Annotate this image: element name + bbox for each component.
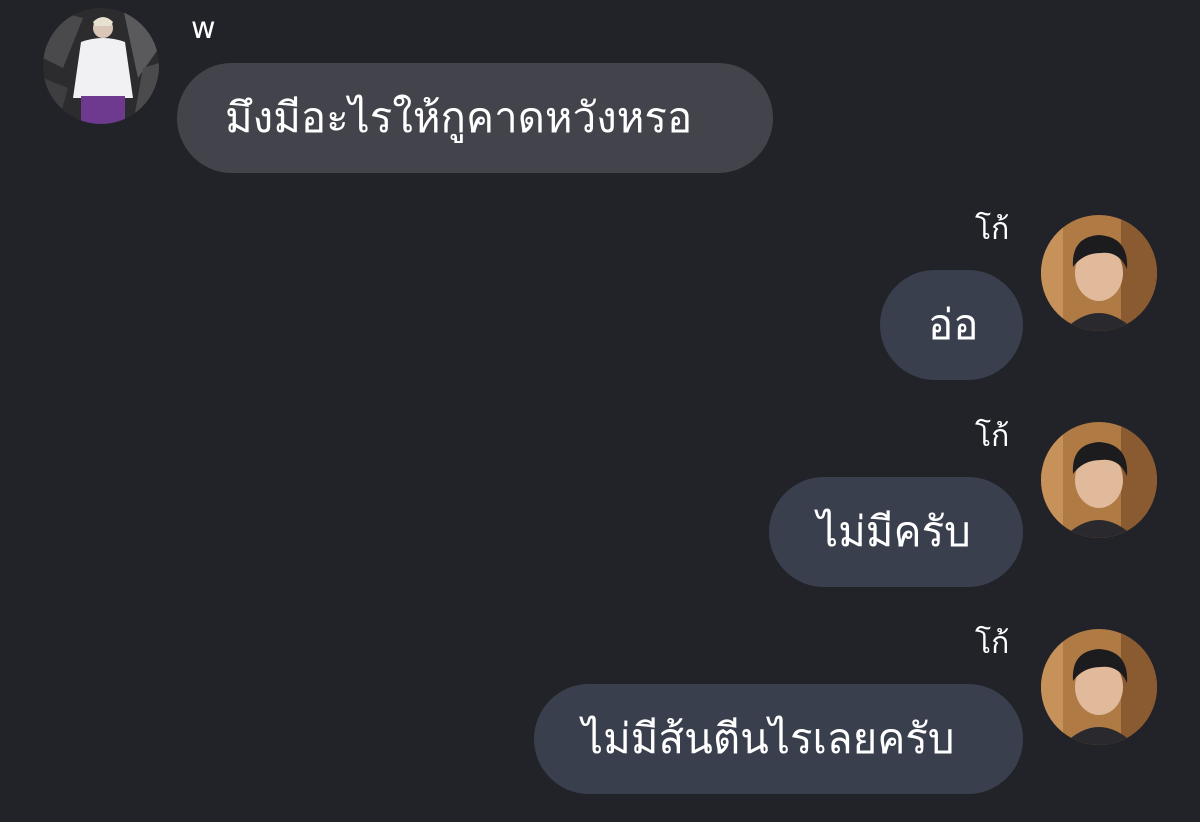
sender-name: w: [191, 11, 216, 46]
message-bubble[interactable]: ไม่มีครับ: [769, 477, 1023, 587]
avatar-photo-ko: [1041, 215, 1157, 331]
avatar-w[interactable]: [43, 8, 159, 124]
sender-name: โก้: [975, 419, 1010, 454]
message-text: อ่อ: [928, 300, 979, 349]
avatar-ko[interactable]: [1041, 629, 1157, 745]
avatar-photo-ko: [1041, 422, 1157, 538]
message-bubble[interactable]: มึงมีอะไรให้กูคาดหวังหรอ: [177, 63, 773, 173]
message-text: มึงมีอะไรให้กูคาดหวังหรอ: [225, 93, 693, 142]
sender-name: โก้: [975, 626, 1010, 661]
message-text: ไม่มีส้นตีนไรเลยครับ: [582, 714, 955, 763]
message-text: ไม่มีครับ: [817, 507, 971, 556]
avatar-ko[interactable]: [1041, 422, 1157, 538]
avatar-ko[interactable]: [1041, 215, 1157, 331]
avatar-photo-ko: [1041, 629, 1157, 745]
message-bubble[interactable]: อ่อ: [880, 270, 1023, 380]
sender-name: โก้: [975, 212, 1010, 247]
avatar-photo-w: [43, 8, 159, 124]
message-bubble[interactable]: ไม่มีส้นตีนไรเลยครับ: [534, 684, 1023, 794]
